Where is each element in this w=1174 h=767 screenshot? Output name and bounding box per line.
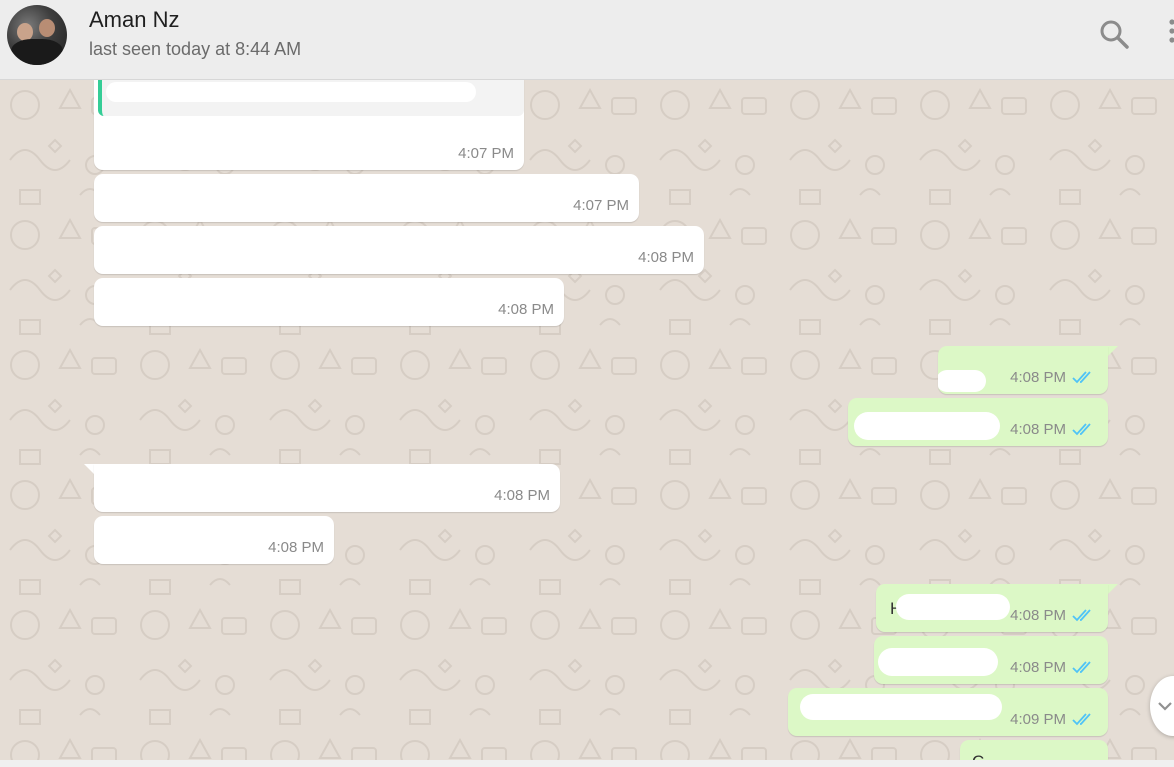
message-bubble-outgoing[interactable]: 4:08 PM [848,398,1108,446]
message-time: 4:08 PM [1010,369,1066,386]
message-bubble-outgoing[interactable]: 4:09 PM [788,688,1108,736]
chevron-down-icon [1158,702,1172,711]
redacted-text [104,124,434,146]
message-bubble-outgoing[interactable]: C [960,740,1108,760]
double-check-read-icon [1072,661,1091,674]
message-time: 4:08 PM [1010,659,1066,676]
redacted-text [854,412,1000,440]
double-check-read-icon [1072,609,1091,622]
double-check-read-icon [1072,713,1091,726]
redacted-text [94,184,534,210]
redacted-text [896,594,1010,620]
search-icon[interactable] [1098,18,1130,50]
message-bubble-incoming[interactable]: 4:08 PM [94,226,704,274]
message-bubble-incoming[interactable]: 4:08 PM [94,464,560,512]
message-text: C [972,752,984,760]
contact-name[interactable]: Aman Nz [89,7,179,33]
message-bubble-outgoing[interactable]: 4:08 PM [938,346,1108,394]
double-check-read-icon [1072,371,1091,384]
message-bubble-incoming[interactable]: 4:07 PM [94,174,639,222]
message-bubble-outgoing[interactable]: H 4:08 PM [876,584,1108,632]
redacted-text [878,648,998,676]
message-time: 4:07 PM [458,145,514,162]
kebab-menu-icon[interactable] [1164,16,1174,50]
message-time: 4:09 PM [1010,711,1066,728]
message-list[interactable]: 4:07 PM 4:07 PM 4:08 PM 4:08 PM 4:08 PM … [0,80,1174,760]
redacted-text [938,370,986,392]
contact-avatar[interactable] [7,5,67,65]
message-bubble-incoming[interactable]: 4:08 PM [94,278,564,326]
chat-header: Aman Nz last seen today at 8:44 AM [0,0,1174,80]
message-time: 4:07 PM [573,197,629,214]
message-time: 4:08 PM [1010,421,1066,438]
compose-bar-edge [0,760,1174,767]
message-time: 4:08 PM [494,487,550,504]
message-bubble-incoming[interactable]: 4:07 PM [94,80,524,170]
redacted-text [106,82,476,102]
message-bubble-incoming[interactable]: 4:08 PM [94,516,334,564]
double-check-read-icon [1072,423,1091,436]
message-time: 4:08 PM [1010,607,1066,624]
contact-last-seen: last seen today at 8:44 AM [89,39,302,59]
message-time: 4:08 PM [268,539,324,556]
redacted-text [800,694,1002,720]
message-time: 4:08 PM [498,301,554,318]
message-time: 4:08 PM [638,249,694,266]
message-bubble-outgoing[interactable]: 4:08 PM [874,636,1108,684]
